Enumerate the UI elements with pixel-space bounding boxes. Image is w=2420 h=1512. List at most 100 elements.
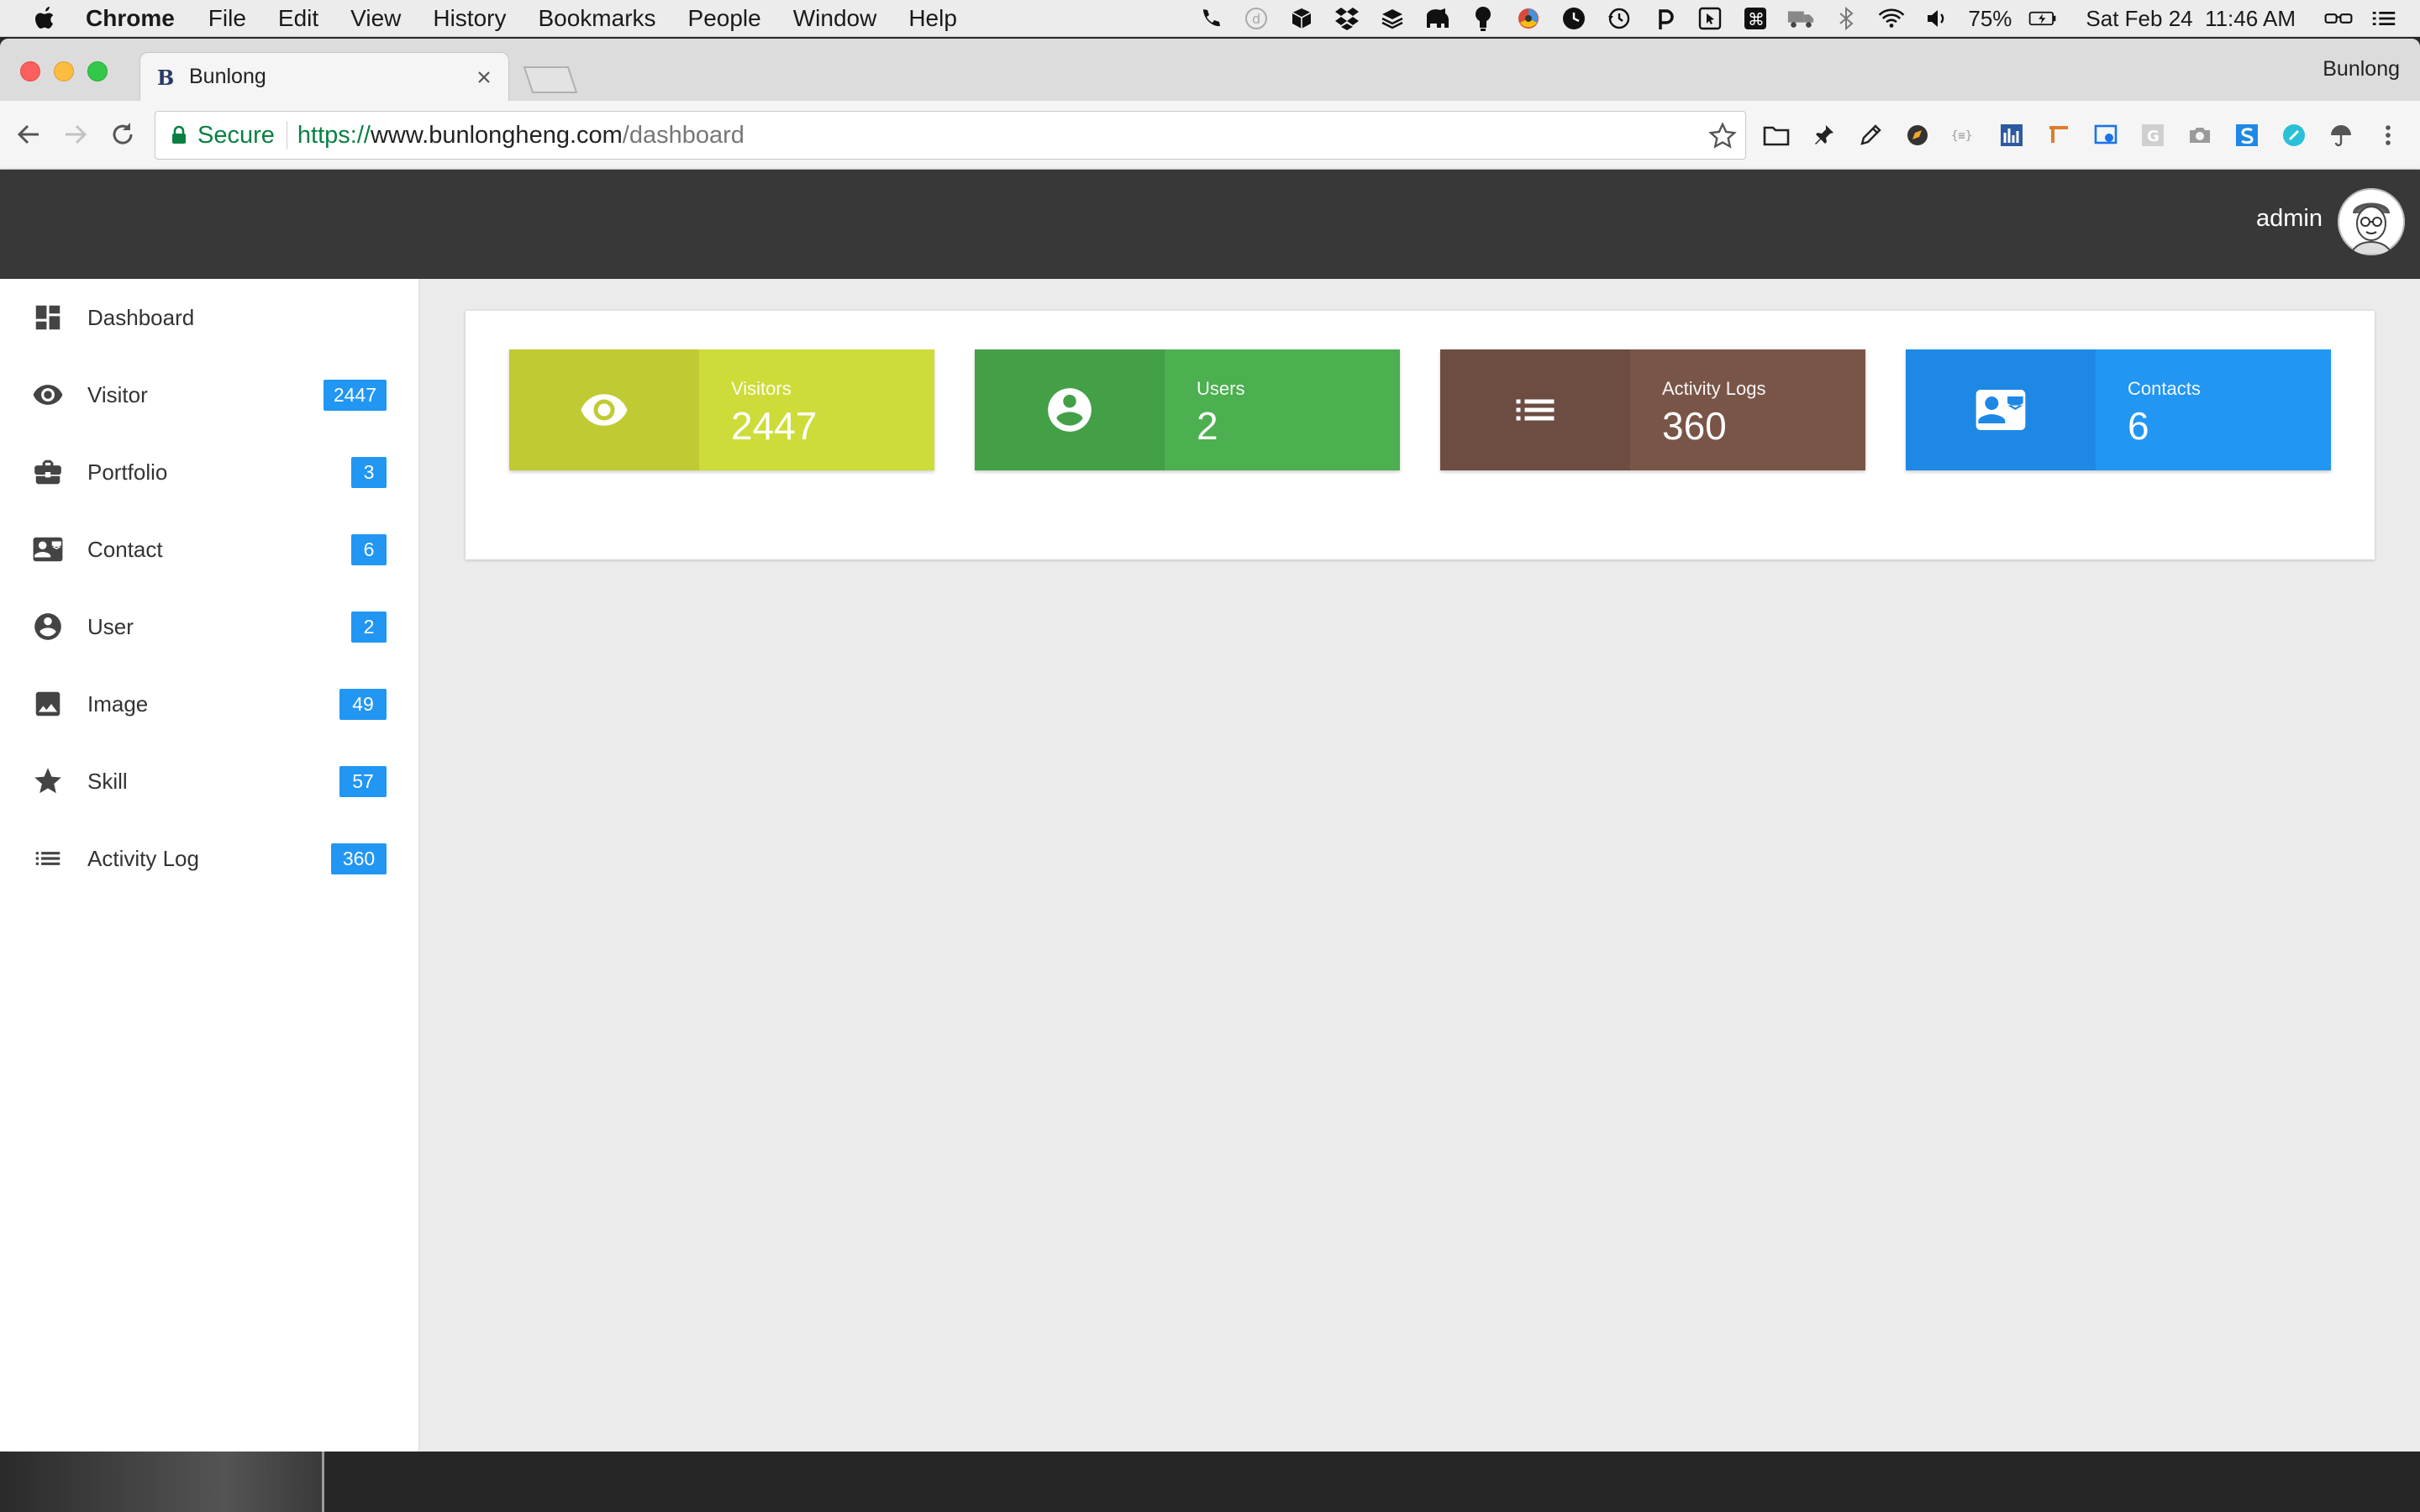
image-icon <box>35 691 60 717</box>
browser-tab[interactable]: B Bunlong <box>139 52 509 101</box>
minimize-window-button[interactable] <box>54 61 74 81</box>
dropbox-icon[interactable] <box>1333 4 1361 33</box>
folder-icon[interactable] <box>1761 120 1791 150</box>
phone-icon[interactable] <box>1197 4 1225 33</box>
menubar-clock[interactable]: Sat Feb 24 11:46 AM <box>2086 6 2296 32</box>
contact-card-icon <box>33 537 63 562</box>
sidebar-item-image[interactable]: Image 49 <box>0 665 420 743</box>
bluetooth-icon[interactable] <box>1832 4 1860 33</box>
apple-icon[interactable] <box>34 5 57 32</box>
truck-icon[interactable] <box>1786 4 1815 33</box>
count-badge: 2447 <box>323 379 387 411</box>
link-ext-icon[interactable] <box>2279 120 2309 150</box>
notification-list-icon[interactable] <box>2370 4 2398 33</box>
color-picker-icon[interactable] <box>1514 4 1543 33</box>
address-bar[interactable]: Secure https://www.bunlongheng.com/dashb… <box>155 111 1746 160</box>
new-tab-button[interactable] <box>523 66 578 94</box>
battery-icon[interactable] <box>2028 4 2057 33</box>
box-icon[interactable] <box>1287 4 1316 33</box>
reload-icon[interactable] <box>108 119 138 150</box>
back-arrow-icon[interactable] <box>13 119 44 150</box>
d-app-icon[interactable]: d <box>1242 4 1270 33</box>
menu-file[interactable]: File <box>208 5 246 32</box>
avatar[interactable] <box>2338 188 2405 255</box>
sidebar-item-label: Activity Log <box>87 845 199 871</box>
s-ext-icon[interactable] <box>2232 120 2262 150</box>
bookmark-star-icon[interactable] <box>1708 122 1737 150</box>
stat-value: 6 <box>2128 404 2149 448</box>
url-scheme: https:// <box>297 121 371 149</box>
count-badge: 6 <box>351 533 387 565</box>
sidebar-item-dashboard[interactable]: Dashboard <box>0 279 420 356</box>
menu-people[interactable]: People <box>688 5 761 32</box>
forward-arrow-icon[interactable] <box>60 119 91 150</box>
sidebar-item-activity-log[interactable]: Activity Log 360 <box>0 820 420 897</box>
stats-panel: Visitors 2447 Users 2 Activity Logs 360 … <box>466 311 2375 559</box>
sidebar-item-portfolio[interactable]: Portfolio 3 <box>0 433 420 511</box>
secure-label: Secure <box>197 121 287 150</box>
stat-card-activity-logs[interactable]: Activity Logs 360 <box>1440 349 1865 470</box>
close-window-button[interactable] <box>20 61 40 81</box>
svg-text:G: G <box>2147 128 2160 145</box>
sidebar-item-user[interactable]: User 2 <box>0 588 420 665</box>
account-circle-icon <box>34 613 61 640</box>
header-username[interactable]: admin <box>2256 205 2323 233</box>
sidebar-item-contact[interactable]: Contact 6 <box>0 511 420 588</box>
time-machine-icon[interactable] <box>1605 4 1634 33</box>
stat-card-contacts[interactable]: Contacts 6 <box>1906 349 2331 470</box>
stat-card-users[interactable]: Users 2 <box>975 349 1400 470</box>
menu-help[interactable]: Help <box>908 5 957 32</box>
sidebar-item-label: Image <box>87 690 149 717</box>
ruler-icon[interactable] <box>2044 120 2074 150</box>
compass-icon[interactable] <box>1902 120 1933 150</box>
camera-icon[interactable] <box>2185 120 2215 150</box>
count-badge: 3 <box>351 456 387 488</box>
sidebar: Dashboard Visitor 2447 Portfolio 3 Conta… <box>0 279 420 1452</box>
menu-bookmarks[interactable]: Bookmarks <box>538 5 655 32</box>
close-tab-icon[interactable] <box>475 68 493 87</box>
sidebar-item-label: Contact <box>87 536 163 562</box>
pocket-icon[interactable] <box>1650 4 1679 33</box>
list-icon <box>1516 399 1555 421</box>
profile-name[interactable]: Bunlong <box>2323 57 2400 81</box>
stat-card-icon-area <box>975 349 1165 470</box>
count-badge: 57 <box>339 765 387 797</box>
screenshot-ext-icon[interactable] <box>2091 120 2121 150</box>
layers-icon[interactable] <box>1378 4 1407 33</box>
wifi-icon[interactable] <box>1877 4 1906 33</box>
list-icon <box>35 852 60 865</box>
menu-edit[interactable]: Edit <box>278 5 318 32</box>
stat-value: 360 <box>1662 404 1727 448</box>
stat-card-visitors[interactable]: Visitors 2447 <box>509 349 934 470</box>
lightbulb-icon[interactable] <box>1469 4 1497 33</box>
clock-dark-icon[interactable] <box>1560 4 1588 33</box>
stat-card-text-area: Activity Logs 360 <box>1630 349 1865 470</box>
menu-view[interactable]: View <box>350 5 401 32</box>
svg-text:B: B <box>157 66 174 88</box>
stat-value: 2 <box>1197 404 1218 448</box>
chrome-menu-icon[interactable] <box>2373 120 2403 150</box>
cursor-box-icon[interactable] <box>1696 4 1724 33</box>
maximize-window-button[interactable] <box>87 61 108 81</box>
volume-icon[interactable] <box>1923 4 1951 33</box>
g-ext-icon[interactable]: G <box>2138 120 2168 150</box>
umbrella-icon[interactable] <box>2326 120 2356 150</box>
json-icon[interactable]: {≡} <box>1949 120 1980 150</box>
sidebar-item-skill[interactable]: Skill 57 <box>0 743 420 820</box>
pin-icon[interactable] <box>1808 120 1839 150</box>
evernote-icon[interactable] <box>1423 4 1452 33</box>
menu-app-name[interactable]: Chrome <box>86 5 175 32</box>
svg-text:d: d <box>1252 11 1260 27</box>
lock-icon <box>172 125 186 144</box>
menu-window[interactable]: Window <box>793 5 877 32</box>
pencil-icon[interactable] <box>1855 120 1886 150</box>
sidebar-item-label: Dashboard <box>87 304 195 330</box>
count-badge: 2 <box>351 611 387 643</box>
menu-history[interactable]: History <box>433 5 506 32</box>
sidebar-item-visitor[interactable]: Visitor 2447 <box>0 356 420 433</box>
chart-ext-icon[interactable] <box>1996 120 2027 150</box>
command-icon[interactable]: ⌘ <box>1741 4 1770 33</box>
stat-card-text-area: Visitors 2447 <box>699 349 934 470</box>
app-header: admin <box>0 170 2420 279</box>
glasses-icon[interactable] <box>2324 4 2353 33</box>
